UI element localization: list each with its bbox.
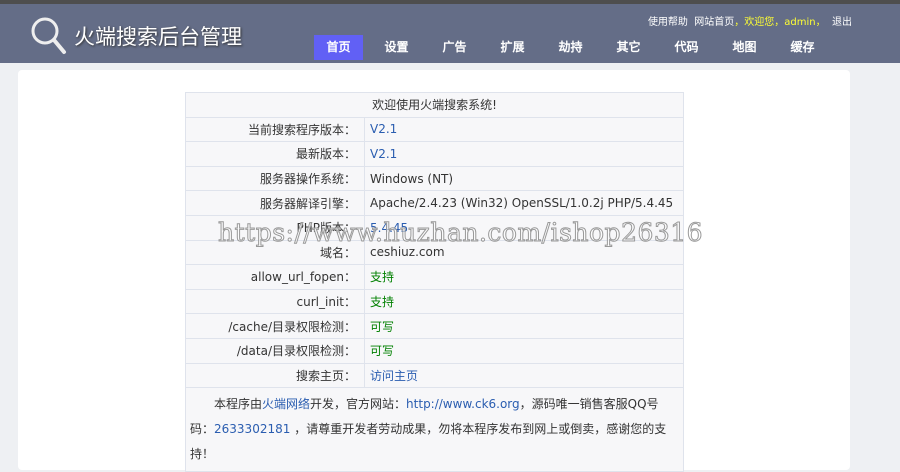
row-label: 服务器解译引擎：: [185, 190, 365, 216]
table-row: 服务器解译引擎： Apache/2.4.23 (Win32) OpenSSL/1.…: [185, 190, 684, 216]
nav-hijack[interactable]: 劫持: [546, 35, 595, 60]
nav-ads[interactable]: 广告: [430, 35, 479, 60]
separator: ，: [734, 17, 745, 28]
row-value: ceshiuz.com: [364, 239, 684, 266]
app-title: 火端搜索后台管理: [74, 25, 242, 49]
qq-number[interactable]: 2633302181: [214, 422, 290, 436]
row-value: V2.1: [364, 116, 684, 143]
footer-notice: 本程序由火端网络开发，官方网站：http://www.ck6.org，源码唯一销…: [185, 387, 684, 472]
footer-text: 开发，官方网站：: [310, 397, 407, 412]
row-value: 支持: [364, 264, 684, 290]
nav-cache[interactable]: 缓存: [778, 35, 827, 60]
nav-home[interactable]: 首页: [314, 35, 363, 60]
logo: 火端搜索后台管理: [30, 16, 242, 56]
site-home-link[interactable]: 网站首页: [694, 17, 734, 28]
row-label: 搜索主页：: [185, 362, 365, 389]
table-row: 最新版本： V2.1: [185, 141, 684, 167]
row-value: 5.4.45: [364, 214, 684, 241]
visit-homepage-link[interactable]: 访问主页: [370, 369, 418, 383]
row-value: Apache/2.4.23 (Win32) OpenSSL/1.0.2j PHP…: [364, 190, 684, 216]
search-icon: [31, 17, 66, 54]
table-row: allow_url_fopen： 支持: [185, 264, 684, 290]
row-label: PHP版本：: [185, 214, 365, 241]
welcome-text: 欢迎您，: [744, 17, 785, 28]
table-title: 欢迎使用火端搜索系统!: [185, 92, 684, 118]
developer-link[interactable]: 火端网络: [262, 397, 310, 411]
row-label: curl_init：: [185, 288, 365, 315]
logout-link[interactable]: 退出: [832, 17, 852, 28]
main-nav: 首页 设置 广告 扩展 劫持 其它 代码 地图 缓存: [314, 35, 836, 60]
table-row: 当前搜索程序版本： V2.1: [185, 116, 684, 143]
table-row: 域名： ceshiuz.com: [185, 239, 684, 266]
separator: ，: [815, 17, 826, 28]
table-row: /data/目录权限检测： 可写: [185, 337, 684, 364]
row-label: /cache/目录权限检测：: [185, 313, 365, 339]
header: 火端搜索后台管理 使用帮助 网站首页，欢迎您，admin， 退出 首页 设置 广…: [0, 4, 900, 63]
nav-code[interactable]: 代码: [662, 35, 711, 60]
nav-other[interactable]: 其它: [604, 35, 653, 60]
row-value: V2.1: [364, 141, 684, 167]
help-link[interactable]: 使用帮助: [648, 17, 688, 28]
nav-settings[interactable]: 设置: [372, 35, 421, 60]
username: admin: [784, 17, 816, 28]
row-value: 可写: [364, 337, 684, 364]
table-row: /cache/目录权限检测： 可写: [185, 313, 684, 339]
row-value: 可写: [364, 313, 684, 339]
system-info-table: 欢迎使用火端搜索系统! 当前搜索程序版本： V2.1 最新版本： V2.1 服务器操…: [185, 92, 684, 472]
table-row: PHP版本： 5.4.45: [185, 214, 684, 241]
row-label: /data/目录权限检测：: [185, 337, 365, 364]
row-label: allow_url_fopen：: [185, 264, 365, 290]
official-site-link[interactable]: http://www.ck6.org: [406, 397, 520, 411]
nav-extensions[interactable]: 扩展: [488, 35, 537, 60]
nav-sitemap[interactable]: 地图: [720, 35, 769, 60]
row-label: 最新版本：: [185, 141, 365, 167]
top-links: 使用帮助 网站首页，欢迎您，admin， 退出: [648, 13, 852, 28]
footer-text: 本程序由: [214, 397, 263, 412]
row-label: 服务器操作系统：: [185, 165, 365, 192]
table-row: 搜索主页： 访问主页: [185, 362, 684, 389]
row-value: 支持: [364, 288, 684, 315]
row-label: 域名：: [185, 239, 365, 266]
table-row: curl_init： 支持: [185, 288, 684, 315]
row-value: Windows (NT): [364, 165, 684, 192]
row-label: 当前搜索程序版本：: [185, 116, 365, 143]
table-row: 服务器操作系统： Windows (NT): [185, 165, 684, 192]
